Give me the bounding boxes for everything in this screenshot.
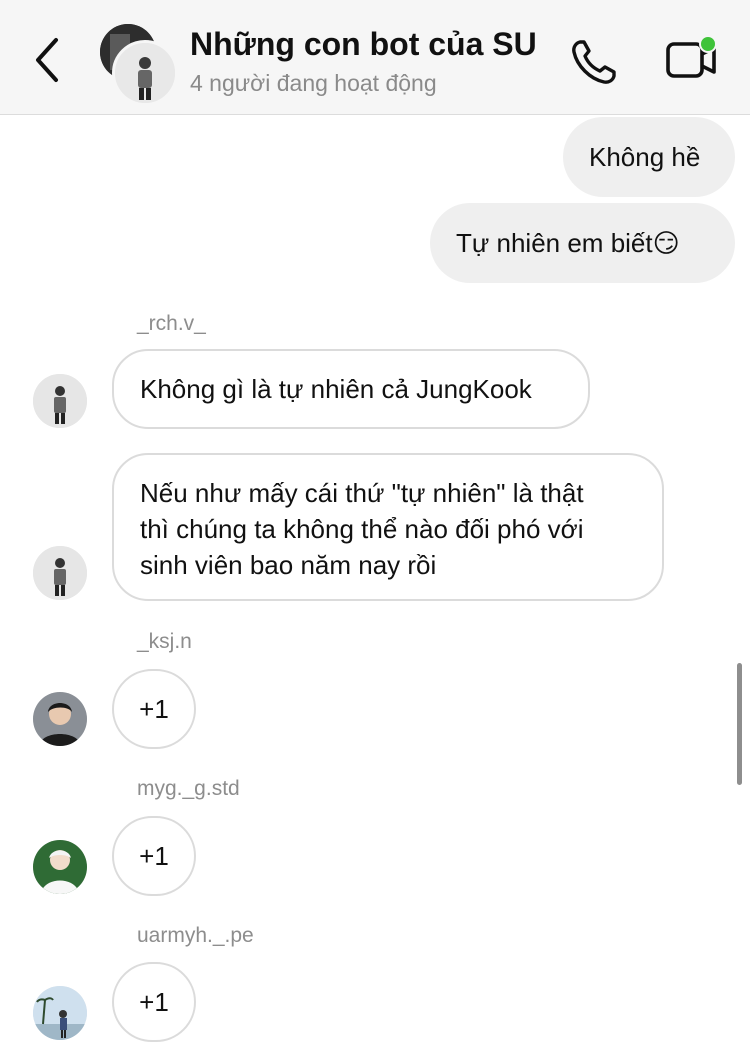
avatar[interactable] (33, 692, 87, 746)
message-incoming[interactable]: +1 (112, 816, 196, 896)
sender-name: uarmyh._.pe (137, 924, 254, 947)
video-call-button[interactable] (664, 34, 722, 86)
message-text: +1 (139, 987, 169, 1017)
message-outgoing[interactable]: Tự nhiên em biết 😏 (430, 203, 735, 283)
back-chevron-icon (36, 38, 58, 82)
group-avatar[interactable] (100, 24, 178, 106)
avatar[interactable] (33, 840, 87, 894)
message-line: Nếu như mấy cái thứ "tự nhiên" là thật (140, 478, 584, 508)
sender-name: _ksj.n (137, 630, 192, 653)
message-text: +1 (139, 841, 169, 871)
audio-call-button[interactable] (568, 36, 620, 88)
avatar[interactable] (33, 374, 87, 428)
back-button[interactable] (28, 34, 68, 86)
chat-header: Những con bot của SU 4 người đang hoạt đ… (0, 0, 750, 115)
message-line: thì chúng ta không thể nào đối phó với (140, 514, 584, 544)
message-text: Không hề (589, 142, 701, 172)
group-avatar-front (112, 40, 178, 106)
message-text-body: Tự nhiên em biết (456, 228, 653, 258)
message-text: +1 (139, 694, 169, 724)
scrollbar-thumb[interactable] (737, 663, 742, 785)
message-outgoing[interactable]: Không hề (563, 117, 735, 197)
sender-name: myg._g.std (137, 777, 240, 800)
message-incoming[interactable]: Nếu như mấy cái thứ "tự nhiên" là thật t… (112, 453, 664, 601)
chat-title[interactable]: Những con bot của SU (190, 26, 537, 63)
message-text: Tự nhiên em biết 😏 (456, 203, 709, 283)
message-incoming[interactable]: Không gì là tự nhiên cả JungKook (112, 349, 590, 429)
avatar[interactable] (33, 986, 87, 1040)
message-incoming[interactable]: +1 (112, 962, 196, 1042)
active-status: 4 người đang hoạt động (190, 70, 437, 96)
chat-screen: Những con bot của SU 4 người đang hoạt đ… (0, 0, 750, 1044)
sender-name: _rch.v_ (137, 312, 206, 335)
message-incoming[interactable]: +1 (112, 669, 196, 749)
message-text: Không gì là tự nhiên cả JungKook (140, 374, 532, 404)
online-dot (699, 35, 717, 53)
avatar[interactable] (33, 546, 87, 600)
video-camera-icon (666, 35, 717, 78)
smirk-emoji-icon: 😏 (652, 228, 680, 258)
phone-icon (572, 40, 616, 84)
message-line: sinh viên bao năm nay rồi (140, 550, 437, 580)
